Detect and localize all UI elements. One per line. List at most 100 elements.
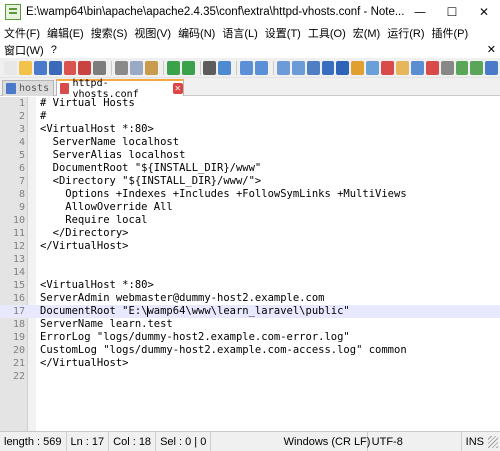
code-lines: 1 # Virtual Hosts 2 #3 <VirtualHost *:80> 4 S… (0, 97, 500, 383)
code-line[interactable]: 18 ServerName learn.test (0, 318, 500, 331)
run-macro-icon[interactable] (470, 60, 484, 75)
code-line[interactable]: 20 CustomLog "logs/dummy-host2.example.co… (0, 344, 500, 357)
close-all-icon[interactable] (78, 60, 92, 75)
play-macro-icon[interactable] (455, 60, 469, 75)
folder-workspace-icon[interactable] (395, 60, 409, 75)
menu-item-11[interactable]: 插件(P) (432, 25, 469, 41)
menu-item-6[interactable]: 语言(L) (222, 25, 257, 41)
code-line[interactable]: 2 # (0, 110, 500, 123)
code-line[interactable]: 22 (0, 370, 500, 383)
line-number: 14 (12, 267, 25, 278)
word-wrap-icon[interactable] (306, 60, 320, 75)
sync-vertical-icon[interactable] (276, 60, 290, 75)
monitoring-icon[interactable] (410, 60, 424, 75)
close-tab-icon[interactable]: ✕ (172, 83, 183, 94)
menu-item-102[interactable]: ? (51, 44, 57, 56)
line-number: 17 (12, 306, 25, 317)
code-line[interactable]: 17 DocumentRoot "E:\wamp64\www\learn_lara… (0, 305, 500, 318)
editor[interactable]: 1 # Virtual Hosts 2 #3 <VirtualHost *:80> 4 S… (0, 97, 500, 431)
open-file-icon[interactable] (18, 60, 32, 75)
menu-item-8[interactable]: 工具(O) (308, 25, 346, 41)
stop-record-icon[interactable] (440, 60, 454, 75)
modified-file-icon (60, 83, 70, 94)
user-language-icon[interactable] (351, 60, 365, 75)
title-bar: E:\wamp64\bin\apache\apache2.4.35\conf\e… (0, 0, 500, 24)
save-all-icon[interactable] (48, 60, 62, 75)
window-title: E:\wamp64\bin\apache\apache2.4.35\conf\e… (26, 6, 404, 18)
undo-icon[interactable] (166, 60, 180, 75)
print-icon[interactable] (93, 60, 107, 75)
menu-item-9[interactable]: 宏(M) (353, 25, 381, 41)
code-line[interactable]: 12 </VirtualHost> (0, 240, 500, 253)
code-line[interactable]: 7 <Directory "${INSTALL_DIR}/www/"> (0, 175, 500, 188)
close-icon[interactable] (63, 60, 77, 75)
code-line[interactable]: 13 (0, 253, 500, 266)
line-text: </VirtualHost> (40, 240, 129, 252)
code-line[interactable]: 21 </VirtualHost> (0, 357, 500, 370)
zoom-in-icon[interactable] (240, 60, 254, 75)
function-list-icon[interactable] (381, 60, 394, 75)
menu-item-2[interactable]: 编辑(E) (47, 25, 84, 41)
copy-icon[interactable] (130, 60, 143, 75)
indent-guide-icon[interactable] (336, 60, 350, 75)
line-text: Options +Indexes +Includes +FollowSymLin… (40, 188, 407, 200)
sync-horizontal-icon[interactable] (291, 60, 305, 75)
line-text: # Virtual Hosts (40, 97, 135, 109)
menu-item-5[interactable]: 编码(N) (178, 25, 215, 41)
record-macro-icon[interactable] (425, 60, 439, 75)
line-number: 15 (12, 280, 25, 291)
line-text: ServerAlias localhost (40, 149, 186, 161)
code-line[interactable]: 11 </Directory> (0, 227, 500, 240)
replace-icon[interactable] (218, 60, 232, 75)
line-number: 11 (12, 228, 25, 239)
resize-grip-icon[interactable] (488, 435, 498, 448)
line-text: ServerName localhost (40, 136, 180, 148)
status-encoding: UTF-8 (368, 431, 462, 451)
save-icon[interactable] (33, 60, 47, 75)
find-icon[interactable] (203, 60, 217, 75)
status-length: length : 569 (0, 431, 67, 451)
code-line[interactable]: 1 # Virtual Hosts (0, 97, 500, 110)
line-text: <VirtualHost *:80> (40, 279, 154, 291)
redo-icon[interactable] (181, 60, 195, 75)
menu-item-101[interactable]: 窗口(W) (4, 42, 44, 58)
code-line[interactable]: 14 (0, 266, 500, 279)
code-line[interactable]: 6 DocumentRoot "${INSTALL_DIR}/www" (0, 162, 500, 175)
code-line[interactable]: 16 ServerAdmin webmaster@dummy-host2.exam… (0, 292, 500, 305)
maximize-button[interactable]: ☐ (436, 0, 468, 24)
close-document-button[interactable]: ✕ (487, 43, 496, 56)
menu-item-3[interactable]: 搜索(S) (91, 25, 128, 41)
code-line[interactable]: 15 <VirtualHost *:80> (0, 279, 500, 292)
minimize-button[interactable]: — (404, 0, 436, 24)
status-line: Ln : 17 (67, 431, 110, 451)
line-number: 4 (18, 137, 25, 148)
tab-label: hosts (19, 83, 50, 94)
line-number: 9 (18, 202, 25, 213)
save-macro-icon[interactable] (485, 60, 499, 75)
cut-icon[interactable] (115, 60, 129, 75)
paste-icon[interactable] (144, 60, 158, 75)
code-line[interactable]: 9 AllowOverride All (0, 201, 500, 214)
notepad-plus-plus-icon (5, 4, 21, 20)
tab-hosts[interactable]: hosts (2, 80, 54, 96)
menu-item-7[interactable]: 设置(T) (265, 25, 301, 41)
code-line[interactable]: 19 ErrorLog "logs/dummy-host2.example.com… (0, 331, 500, 344)
close-window-button[interactable]: ✕ (468, 0, 500, 24)
code-line[interactable]: 5 ServerAlias localhost (0, 149, 500, 162)
saved-file-icon (6, 83, 16, 94)
document-map-icon[interactable] (366, 60, 380, 75)
code-line[interactable]: 8 Options +Indexes +Includes +FollowSymL… (0, 188, 500, 201)
line-number: 7 (18, 176, 25, 187)
menu-item-1[interactable]: 文件(F) (4, 25, 40, 41)
line-number: 2 (18, 111, 25, 122)
tab-httpd-vhosts[interactable]: httpd-vhosts.conf ✕ (56, 78, 184, 100)
zoom-out-icon[interactable] (255, 60, 268, 75)
new-file-icon[interactable] (4, 60, 17, 75)
code-line[interactable]: 4 ServerName localhost (0, 136, 500, 149)
line-number: 12 (12, 241, 25, 252)
code-line[interactable]: 3 <VirtualHost *:80> (0, 123, 500, 136)
code-line[interactable]: 10 Require local (0, 214, 500, 227)
menu-item-10[interactable]: 运行(R) (387, 25, 424, 41)
show-all-chars-icon[interactable] (321, 60, 335, 75)
menu-item-4[interactable]: 视图(V) (134, 25, 171, 41)
